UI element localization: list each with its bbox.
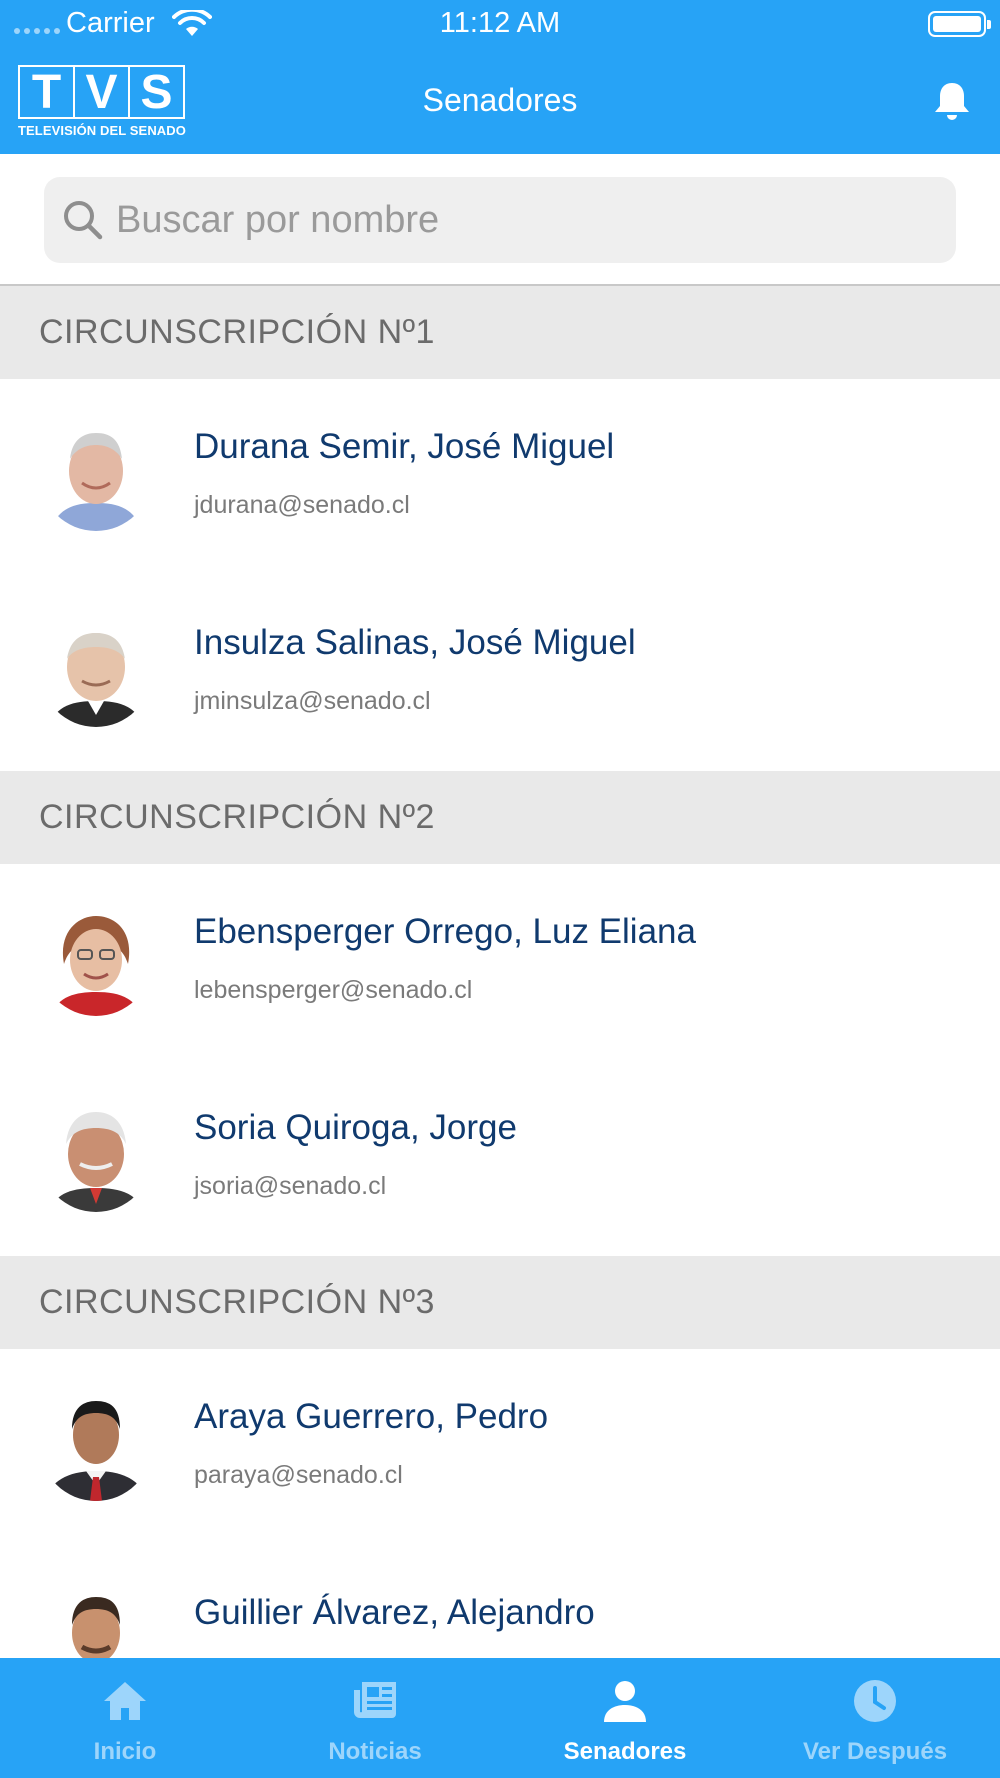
tab-label: Senadores xyxy=(563,1738,687,1765)
avatar xyxy=(40,1585,152,1658)
senator-name: Durana Semir, José Miguel xyxy=(194,427,615,466)
senator-row[interactable]: Ebensperger Orrego, Luz Eliana lebensper… xyxy=(0,864,1000,1060)
senator-email[interactable]: jdurana@senado.cl xyxy=(194,491,410,520)
tab-label: Ver Después xyxy=(802,1738,948,1765)
tab-ver-despues[interactable]: Ver Después xyxy=(750,1658,1000,1778)
senator-name: Guillier Álvarez, Alejandro xyxy=(194,1593,595,1632)
senator-email[interactable]: jsoria@senado.cl xyxy=(194,1172,386,1201)
person-icon xyxy=(604,1681,646,1722)
search-bar[interactable] xyxy=(44,177,956,263)
tab-label: Noticias xyxy=(328,1738,422,1765)
battery-icon xyxy=(928,11,991,37)
avatar xyxy=(40,1100,152,1212)
senator-email[interactable]: lebensperger@senado.cl xyxy=(194,976,472,1005)
avatar xyxy=(40,904,152,1016)
page-title: Senadores xyxy=(422,82,578,118)
senator-row[interactable]: Insulza Salinas, José Miguel jminsulza@s… xyxy=(0,575,1000,771)
senator-email[interactable]: jminsulza@senado.cl xyxy=(194,687,431,716)
tab-noticias[interactable]: Noticias xyxy=(250,1658,500,1778)
senator-row[interactable]: Araya Guerrero, Pedro paraya@senado.cl xyxy=(0,1349,1000,1545)
newspaper-icon xyxy=(354,1682,396,1718)
search-icon xyxy=(64,201,103,240)
search-input[interactable] xyxy=(116,177,936,263)
senator-row[interactable]: Durana Semir, José Miguel jdurana@senado… xyxy=(0,379,1000,575)
tab-senadores[interactable]: Senadores xyxy=(500,1658,750,1778)
search-area xyxy=(0,154,1000,286)
section-header: CIRCUNSCRIPCIÓN Nº3 xyxy=(0,1256,1000,1349)
senator-name: Ebensperger Orrego, Luz Eliana xyxy=(194,912,696,951)
senator-name: Araya Guerrero, Pedro xyxy=(194,1397,549,1436)
section-header: CIRCUNSCRIPCIÓN Nº1 xyxy=(0,286,1000,379)
senator-name: Soria Quiroga, Jorge xyxy=(194,1108,517,1147)
senator-name: Insulza Salinas, José Miguel xyxy=(194,623,636,662)
senator-list[interactable]: CIRCUNSCRIPCIÓN Nº1 Durana Semir, José M… xyxy=(0,286,1000,1658)
senator-email[interactable]: paraya@senado.cl xyxy=(194,1461,403,1490)
clock-time: 11:12 AM xyxy=(439,7,561,39)
status-bar: Carrier 11:12 AM xyxy=(0,0,1000,48)
clock-icon xyxy=(854,1680,896,1722)
home-icon xyxy=(104,1682,146,1720)
app-header: Carrier 11:12 AM T V S TELEVISIÓN DEL SE… xyxy=(0,0,1000,154)
bell-icon[interactable] xyxy=(931,80,973,122)
section-header: CIRCUNSCRIPCIÓN Nº2 xyxy=(0,771,1000,864)
logo-subtitle: TELEVISIÓN DEL SENADO xyxy=(18,123,186,138)
avatar xyxy=(40,615,152,727)
tab-bar: Inicio Noticias Senadores Ver Después xyxy=(0,1658,1000,1778)
avatar xyxy=(40,1389,152,1501)
senator-row[interactable]: Guillier Álvarez, Alejandro xyxy=(0,1545,1000,1658)
senator-row[interactable]: Soria Quiroga, Jorge jsoria@senado.cl xyxy=(0,1060,1000,1256)
avatar xyxy=(40,419,152,531)
tab-inicio[interactable]: Inicio xyxy=(0,1658,250,1778)
tab-label: Inicio xyxy=(93,1738,157,1765)
